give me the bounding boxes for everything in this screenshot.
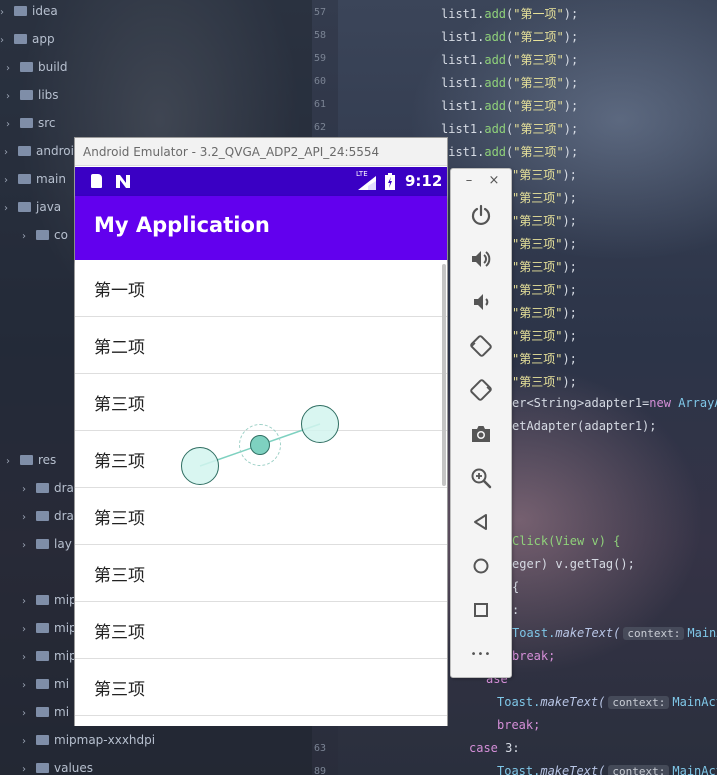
- touch-point-right: [301, 405, 339, 443]
- pinch-line: [199, 423, 321, 467]
- pinch-center-point: [250, 435, 270, 455]
- touch-point-left: [181, 447, 219, 485]
